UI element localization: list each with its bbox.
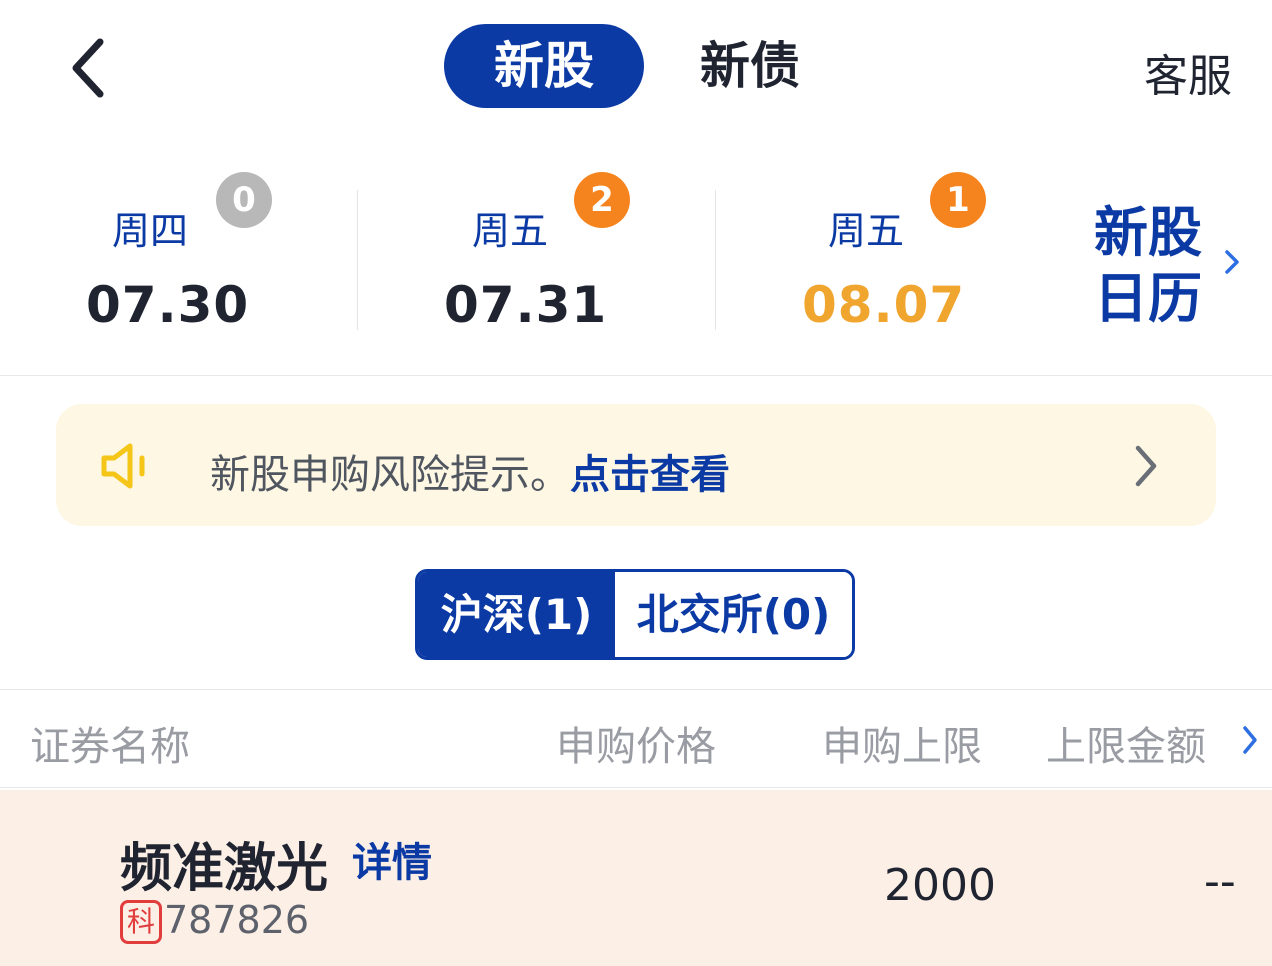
divider (715, 190, 716, 330)
column-header-name: 证券名称 (30, 724, 190, 770)
subscription-limit: 2000 (884, 860, 996, 911)
header-tabs: 新股 新债 (444, 24, 824, 108)
chevron-right-icon (1135, 445, 1157, 487)
detail-link[interactable]: 详情 (352, 830, 432, 888)
section-divider (0, 689, 1272, 690)
calendar-label: 新股日历 (1094, 201, 1202, 330)
weekday-label: 周五 (472, 209, 549, 253)
tab-new-stocks[interactable]: 新股 (444, 24, 644, 108)
chevron-right-icon[interactable] (1240, 724, 1260, 756)
speaker-icon (101, 443, 145, 489)
count-badge: 0 (216, 172, 272, 228)
market-toggle: 沪深(1) 北交所(0) (415, 569, 855, 660)
limit-amount: -- (1204, 856, 1236, 907)
stock-code: 787826 (164, 898, 310, 942)
stock-name: 频准激光 (120, 839, 329, 899)
view-risk-link[interactable]: 点击查看 (570, 452, 730, 498)
tab-new-bonds[interactable]: 新债 (680, 24, 820, 108)
count-badge: 2 (574, 172, 630, 228)
table-divider (0, 787, 1272, 788)
day-item-1[interactable]: 周四 0 07.30 (84, 170, 304, 340)
column-header-amount: 上限金额 (1046, 724, 1206, 770)
customer-service-button[interactable]: 客服 (1144, 40, 1232, 104)
section-divider (0, 375, 1272, 376)
tab-beijing-exchange[interactable]: 北交所(0) (615, 572, 852, 657)
tab-shanghai-shenzhen[interactable]: 沪深(1) (418, 572, 615, 657)
count-badge: 1 (930, 172, 986, 228)
weekday-label: 周四 (112, 209, 189, 253)
table-row[interactable]: 频准激光 详情 科 787826 2000 -- (0, 790, 1272, 966)
date-label: 08.07 (802, 276, 966, 334)
date-label: 07.30 (86, 276, 250, 334)
divider (357, 190, 358, 330)
column-header-limit: 申购上限 (822, 724, 982, 770)
column-header-price: 申购价格 (556, 724, 716, 770)
ipo-calendar-link[interactable]: 新股日历 (1094, 200, 1254, 330)
day-item-2[interactable]: 周五 2 07.31 (442, 170, 662, 340)
date-label: 07.31 (444, 276, 608, 334)
star-market-badge: 科 (120, 900, 162, 944)
chevron-left-icon (72, 38, 104, 98)
weekday-label: 周五 (828, 209, 905, 253)
risk-notice-text: 新股申购风险提示。点击查看 (210, 442, 730, 500)
back-button[interactable] (62, 36, 122, 100)
risk-notice-message: 新股申购风险提示。 (210, 452, 570, 498)
chevron-right-icon (1225, 250, 1239, 274)
day-item-3[interactable]: 周五 1 08.07 (800, 170, 1020, 340)
risk-notice-banner[interactable]: 新股申购风险提示。点击查看 (56, 404, 1216, 526)
